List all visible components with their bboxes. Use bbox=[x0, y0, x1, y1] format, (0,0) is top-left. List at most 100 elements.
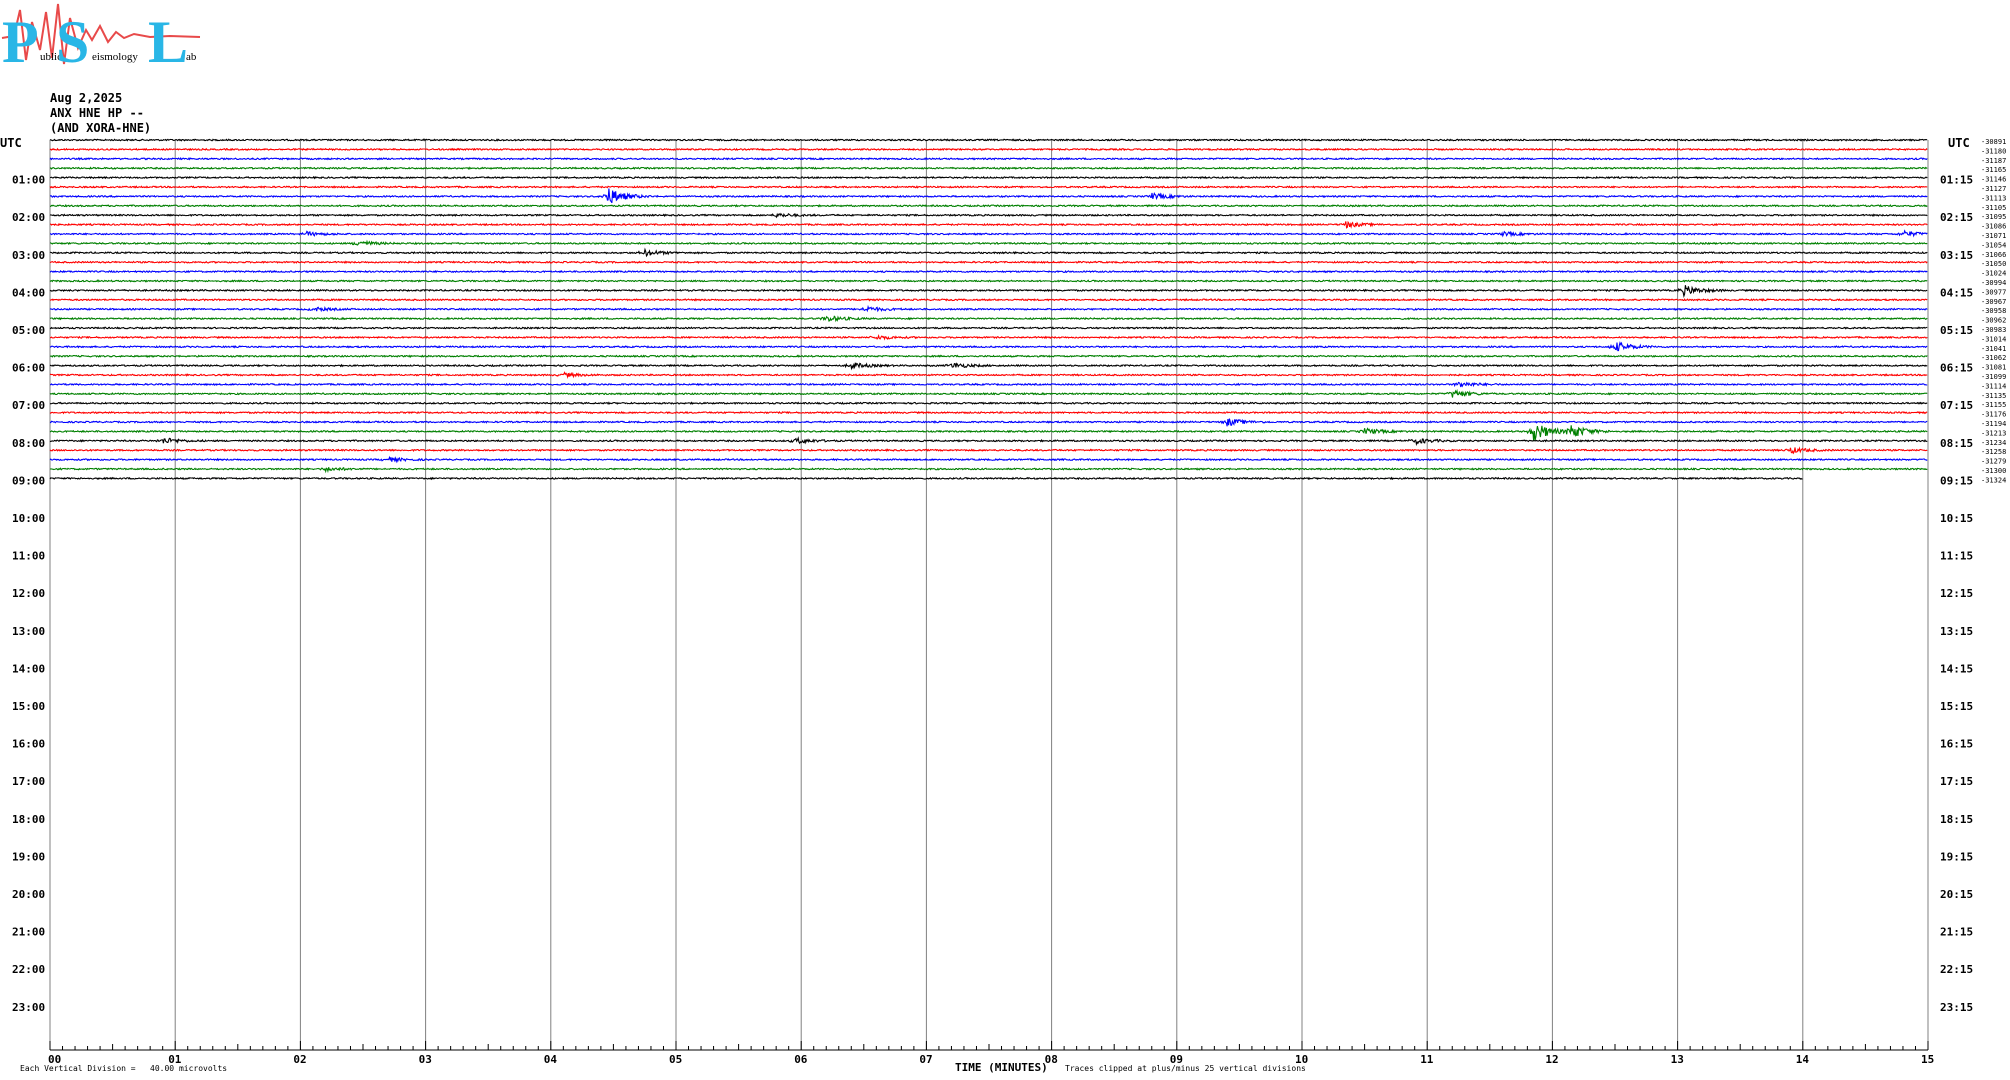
trace-offset-label: -31146 bbox=[1981, 176, 2006, 184]
seismic-trace bbox=[49, 341, 1928, 352]
seismic-trace bbox=[49, 212, 1928, 219]
right-hour-label: 20:15 bbox=[1940, 888, 1973, 901]
trace-offset-label: -31050 bbox=[1981, 260, 2006, 268]
left-hour-label: 05:00 bbox=[12, 324, 45, 337]
left-hour-label: 07:00 bbox=[12, 399, 45, 412]
seismic-trace bbox=[49, 203, 1928, 208]
header-station: ANX HNE HP -- bbox=[50, 106, 144, 120]
seismic-trace bbox=[50, 381, 1928, 388]
left-hour-label: 14:00 bbox=[12, 662, 45, 675]
seismic-trace bbox=[49, 388, 1928, 398]
seismic-trace bbox=[49, 269, 1928, 274]
seismic-trace bbox=[49, 304, 1928, 313]
trace-offset-label: -31071 bbox=[1981, 232, 2006, 240]
trace-offset-label: -31054 bbox=[1981, 241, 2006, 249]
right-hour-label: 10:15 bbox=[1940, 512, 1973, 525]
trace-offset-labels: -30891-31180-31187-31165-31146-31127-311… bbox=[1981, 138, 2006, 484]
right-hour-label: 18:15 bbox=[1940, 813, 1973, 826]
seismic-trace bbox=[49, 436, 1928, 447]
psl-logo: P ublic S eismology L ab bbox=[1, 3, 201, 75]
x-tick-label: 04 bbox=[544, 1053, 558, 1066]
trace-offset-label: -31165 bbox=[1981, 166, 2006, 174]
x-tick-label: 06 bbox=[794, 1053, 808, 1066]
seismic-trace bbox=[49, 156, 1928, 161]
left-hour-label: 16:00 bbox=[12, 738, 45, 751]
seismic-trace bbox=[49, 220, 1928, 229]
seismic-trace bbox=[49, 455, 1928, 464]
right-hour-label: 13:15 bbox=[1940, 625, 1973, 638]
left-hour-label: 22:00 bbox=[12, 963, 45, 976]
left-hour-label: 20:00 bbox=[12, 888, 45, 901]
trace-offset-label: -31024 bbox=[1981, 270, 2006, 278]
trace-offset-label: -30983 bbox=[1981, 326, 2006, 334]
right-hour-label: 04:15 bbox=[1940, 286, 1973, 299]
x-tick-label: 13 bbox=[1671, 1053, 1684, 1066]
left-hour-label: 18:00 bbox=[12, 813, 45, 826]
seismic-trace bbox=[49, 188, 1928, 204]
trace-offset-label: -31105 bbox=[1981, 204, 2006, 212]
left-hour-label: 08:00 bbox=[12, 437, 45, 450]
trace-offset-label: -31066 bbox=[1981, 251, 2006, 259]
seismic-trace bbox=[49, 166, 1928, 170]
trace-offset-label: -30962 bbox=[1981, 317, 2006, 325]
seismic-trace bbox=[49, 466, 1928, 474]
left-hour-label: 19:00 bbox=[12, 850, 45, 863]
trace-offset-label: -31135 bbox=[1981, 392, 2006, 400]
x-tick-label: 12 bbox=[1545, 1053, 1558, 1066]
trace-offset-label: -31279 bbox=[1981, 458, 2006, 466]
right-hour-label: 02:15 bbox=[1940, 211, 1973, 224]
trace-offset-label: -30977 bbox=[1981, 288, 2006, 296]
seismic-trace bbox=[49, 297, 1928, 302]
trace-offset-label: -31081 bbox=[1981, 364, 2006, 372]
trace-offset-label: -30958 bbox=[1981, 307, 2006, 315]
trace-offset-label: -31113 bbox=[1981, 194, 2006, 202]
clip-note: Traces clipped at plus/minus 25 vertical… bbox=[1065, 1064, 1306, 1073]
left-hour-label: 13:00 bbox=[12, 625, 45, 638]
left-hour-label: 06:00 bbox=[12, 362, 45, 375]
header-source: (AND XORA-HNE) bbox=[50, 121, 151, 135]
left-hour-label: 03:00 bbox=[12, 249, 45, 262]
trace-offset-label: -31155 bbox=[1981, 401, 2006, 409]
seismic-trace bbox=[50, 229, 1928, 238]
left-hour-label: 21:00 bbox=[12, 926, 45, 939]
right-hour-label: 23:15 bbox=[1940, 1001, 1973, 1014]
trace-offset-label: -31014 bbox=[1981, 335, 2006, 343]
right-hour-label: 19:15 bbox=[1940, 850, 1973, 863]
trace-offset-label: -31086 bbox=[1981, 223, 2006, 231]
x-tick-label: 02 bbox=[293, 1053, 306, 1066]
x-tick-label: 05 bbox=[669, 1053, 682, 1066]
left-hour-label: 11:00 bbox=[12, 550, 45, 563]
left-hour-label: 17:00 bbox=[12, 775, 45, 788]
seismic-trace bbox=[49, 401, 1928, 405]
right-hour-label: 05:15 bbox=[1940, 324, 1973, 337]
seismic-trace bbox=[49, 333, 1928, 341]
trace-offset-label: -30891 bbox=[1981, 138, 2006, 146]
scale-note: Each Vertical Division = 40.00 microvolt… bbox=[20, 1064, 227, 1073]
right-hour-label: 06:15 bbox=[1940, 362, 1973, 375]
x-tick-label: 15 bbox=[1921, 1053, 1934, 1066]
right-hour-label: 12:15 bbox=[1940, 587, 1973, 600]
left-axis-title: UTC bbox=[0, 136, 22, 150]
right-hour-label: 09:15 bbox=[1940, 474, 1973, 487]
trace-offset-label: -31062 bbox=[1981, 354, 2006, 362]
trace-offset-label: -31234 bbox=[1981, 439, 2006, 447]
seismic-trace bbox=[49, 326, 1928, 330]
trace-offset-label: -31180 bbox=[1981, 147, 2006, 155]
right-hour-labels: 01:15 02:15 03:15 04:15 05:15 06:15 07:15 08:15… bbox=[1940, 174, 1973, 1014]
left-hour-label: 23:00 bbox=[12, 1001, 45, 1014]
seismic-trace bbox=[49, 285, 1928, 299]
right-hour-label: 15:15 bbox=[1940, 700, 1973, 713]
seismic-trace bbox=[49, 247, 1928, 258]
left-hour-label: 02:00 bbox=[12, 211, 45, 224]
grid-lines bbox=[49, 140, 1929, 1050]
x-axis-label: TIME (MINUTES) bbox=[955, 1061, 1048, 1074]
logo-sub-l: ab bbox=[186, 51, 197, 63]
right-hour-label: 14:15 bbox=[1940, 662, 1973, 675]
trace-offset-label: -31194 bbox=[1981, 420, 2006, 428]
right-axis-title: UTC bbox=[1948, 136, 1970, 150]
seismic-trace bbox=[49, 185, 1928, 189]
right-hour-label: 01:15 bbox=[1940, 174, 1973, 187]
x-tick-label: 07 bbox=[919, 1053, 932, 1066]
left-hour-label: 12:00 bbox=[12, 587, 45, 600]
logo-letter-p: P bbox=[2, 9, 39, 75]
